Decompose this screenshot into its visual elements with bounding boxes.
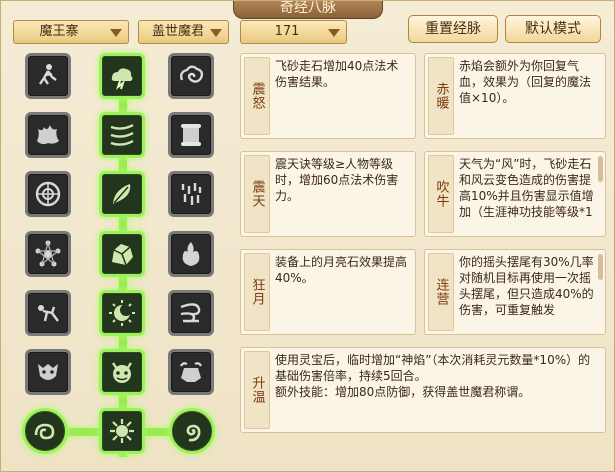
talent-desc: 使用灵宝后，临时增加“神焰”（本次消耗灵元数量*10%）的基础伤害倍率，持续5回… — [275, 353, 591, 399]
node-3-1[interactable] — [25, 171, 71, 217]
talent-name: 狂月 — [244, 253, 270, 331]
node-5-1[interactable] — [25, 290, 71, 336]
node-1-3[interactable] — [168, 53, 214, 99]
meridian-window: 奇经八脉 魔王寨 盖世魔君 171 重置经脉 默认模式 震怒 飞砂走石增加40点… — [0, 0, 615, 472]
wind-spiral-icon — [180, 303, 201, 323]
rain-drops-icon — [181, 183, 202, 205]
swirl-cloud-icon — [179, 65, 204, 83]
reset-meridian-button[interactable]: 重置经脉 — [408, 15, 498, 43]
feather-leaf-icon — [113, 184, 131, 204]
star-wheel-icon — [35, 240, 61, 267]
node-2-3[interactable] — [168, 112, 214, 158]
chevron-down-icon — [328, 29, 340, 37]
node-2-1[interactable] — [25, 112, 71, 158]
running-figure-icon — [39, 64, 57, 85]
flame-burst-icon — [37, 125, 59, 145]
talent-card-1[interactable]: 震怒 飞砂走石增加40点法术伤害结果。 — [240, 53, 416, 139]
default-mode-button[interactable]: 默认模式 — [505, 15, 601, 43]
node-1-2[interactable] — [99, 53, 145, 99]
thunder-cloud-icon — [111, 68, 133, 90]
faction-select-value: 魔王寨 — [39, 24, 79, 39]
node-1-1[interactable] — [25, 53, 71, 99]
node-6-1[interactable] — [25, 349, 71, 395]
crawling-figure-icon — [38, 305, 59, 322]
talent-card-6[interactable]: 连营 你的摇头摆尾有30%几率对随机目标再使用一次摇头摆尾，但只造成40%的伤害… — [424, 249, 606, 335]
node-5-3[interactable] — [168, 290, 214, 336]
crescent-sun-icon — [109, 300, 135, 326]
node-3-2[interactable] — [99, 171, 145, 217]
faction-select[interactable]: 魔王寨 — [13, 20, 129, 44]
node-6-2[interactable] — [99, 349, 145, 395]
node-4-1[interactable] — [25, 231, 71, 277]
talent-desc: 装备上的月亮石效果提高40%。 — [275, 255, 408, 285]
talent-card-5[interactable]: 狂月 装备上的月亮石效果提高40%。 — [240, 249, 416, 335]
charging-ox-icon — [180, 362, 202, 382]
talent-desc: 天气为“风”时，飞砂走石和风云变色造成的伤害提高10%并且伤害显示值增加（生涯神… — [459, 157, 594, 219]
node-6-3[interactable] — [168, 349, 214, 395]
boulder-icon — [112, 244, 133, 266]
fire-flame-icon — [182, 242, 200, 266]
node-7-1[interactable] — [22, 408, 68, 454]
talent-card-4[interactable]: 吹牛 天气为“风”时，飞砂走石和风云变色造成的伤害提高10%并且伤害显示值增加（… — [424, 151, 606, 237]
talent-desc: 飞砂走石增加40点法术伤害结果。 — [275, 59, 399, 89]
chevron-down-icon — [210, 29, 222, 37]
node-7-2[interactable] — [99, 408, 145, 454]
node-4-3[interactable] — [168, 231, 214, 277]
talent-card-2[interactable]: 赤暖 赤焰会额外为你回复气血，效果为（回复的魔法值×10）。 — [424, 53, 606, 139]
node-5-2[interactable] — [99, 290, 145, 336]
talent-name: 赤暖 — [428, 57, 454, 135]
node-7-3[interactable] — [169, 408, 215, 454]
talent-name: 连营 — [428, 253, 454, 331]
beast-mask-icon — [38, 364, 58, 380]
talent-name: 吹牛 — [428, 155, 454, 233]
talent-desc: 赤焰会额外为你回复气血，效果为（回复的魔法值×10）。 — [459, 59, 592, 105]
character-select[interactable]: 盖世魔君 — [138, 20, 229, 44]
sun-flare-icon — [110, 419, 134, 443]
window-title: 奇经八脉 — [233, 1, 383, 19]
meridian-grid — [1, 45, 233, 471]
talent-card-7[interactable]: 升温 使用灵宝后，临时增加“神焰”（本次消耗灵元数量*10%）的基础伤害倍率，持… — [240, 347, 606, 433]
crossed-vines-icon — [110, 123, 134, 146]
level-select-value: 171 — [274, 24, 300, 39]
talent-desc: 震天诀等级≥人物等级时，增加60点法术伤害力。 — [275, 157, 399, 203]
talent-name: 震天 — [244, 155, 270, 233]
level-select[interactable]: 171 — [240, 20, 347, 44]
node-4-2[interactable] — [99, 231, 145, 277]
spiral-shell-icon — [186, 424, 201, 442]
chevron-down-icon — [110, 29, 122, 37]
talent-desc: 你的摇头摆尾有30%几率对随机目标再使用一次摇头摆尾，但只造成40%的伤害，可重… — [459, 255, 594, 317]
seal-circle-icon — [35, 181, 61, 207]
talent-card-3[interactable]: 震天 震天诀等级≥人物等级时，增加60点法术伤害力。 — [240, 151, 416, 237]
scrollbar[interactable] — [598, 254, 603, 280]
demon-face-icon — [112, 362, 132, 383]
talent-name: 升温 — [244, 351, 270, 429]
dragon-coil-icon — [34, 423, 55, 440]
node-3-3[interactable] — [168, 171, 214, 217]
scroll-icon — [181, 124, 201, 146]
node-2-2[interactable] — [99, 112, 145, 158]
character-select-value: 盖世魔君 — [151, 24, 204, 39]
scrollbar[interactable] — [598, 156, 603, 182]
talent-name: 震怒 — [244, 57, 270, 135]
